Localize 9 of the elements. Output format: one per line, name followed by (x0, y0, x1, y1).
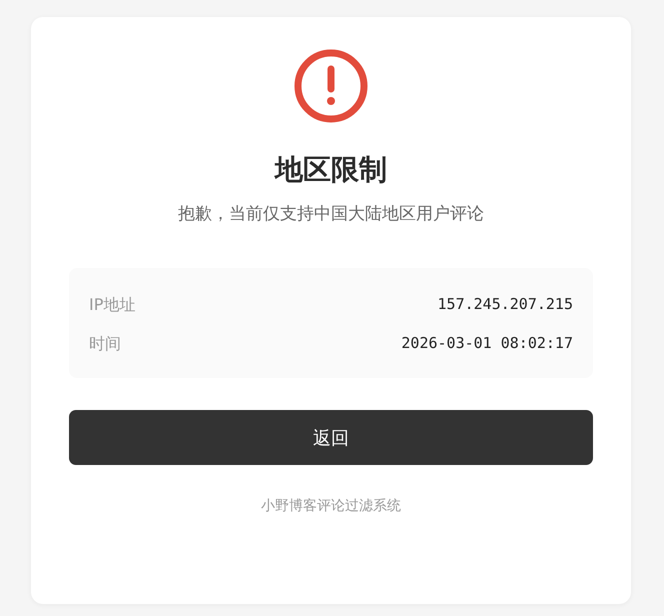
detail-label: IP地址 (89, 294, 136, 316)
footer-text: 小野博客评论过滤系统 (261, 497, 401, 515)
message-text: 抱歉，当前仅支持中国大陆地区用户评论 (178, 203, 484, 226)
detail-value: 2026-03-01 08:02:17 (401, 333, 573, 354)
back-button[interactable]: 返回 (69, 410, 593, 465)
page-title: 地区限制 (275, 152, 387, 188)
warning-icon (293, 48, 369, 124)
detail-label: 时间 (89, 333, 121, 355)
detail-value: 157.245.207.215 (438, 294, 573, 315)
